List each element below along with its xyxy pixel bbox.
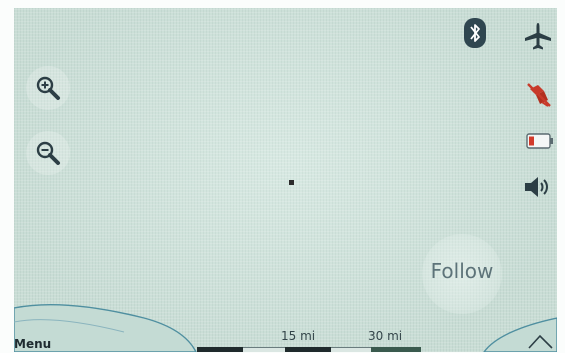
map-view[interactable]: Follow Menu 15 mi 30 mi [14,8,557,352]
scale-label-15: 15 mi [281,329,316,343]
bluetooth-status[interactable] [463,17,487,49]
battery-status[interactable] [526,132,554,150]
bluetooth-icon [464,18,486,48]
volume-icon [525,177,548,197]
scale-segment [243,347,285,352]
zoom-in-icon [36,76,60,100]
menu-button[interactable]: Menu [14,337,51,351]
volume-status[interactable] [522,175,554,199]
battery-low-icon [526,133,553,149]
gps-status[interactable] [524,80,554,110]
zoom-out-icon [36,141,60,165]
zoom-out-button[interactable] [26,131,70,175]
scale-segment [331,347,371,352]
current-position-marker [289,180,294,185]
device-screen: Follow Menu 15 mi 30 mi [0,0,565,353]
scale-segment [285,347,331,352]
scale-segment [197,347,243,352]
scale-label-30: 30 mi [368,329,403,343]
airplane-mode-status[interactable] [522,20,554,52]
follow-label: Follow [430,259,494,283]
scale-bar [197,347,421,352]
airplane-icon [525,23,551,50]
scale-segment [371,347,421,352]
gps-off-icon [527,83,551,107]
follow-button[interactable]: Follow [422,234,502,314]
zoom-in-button[interactable] [26,66,70,110]
